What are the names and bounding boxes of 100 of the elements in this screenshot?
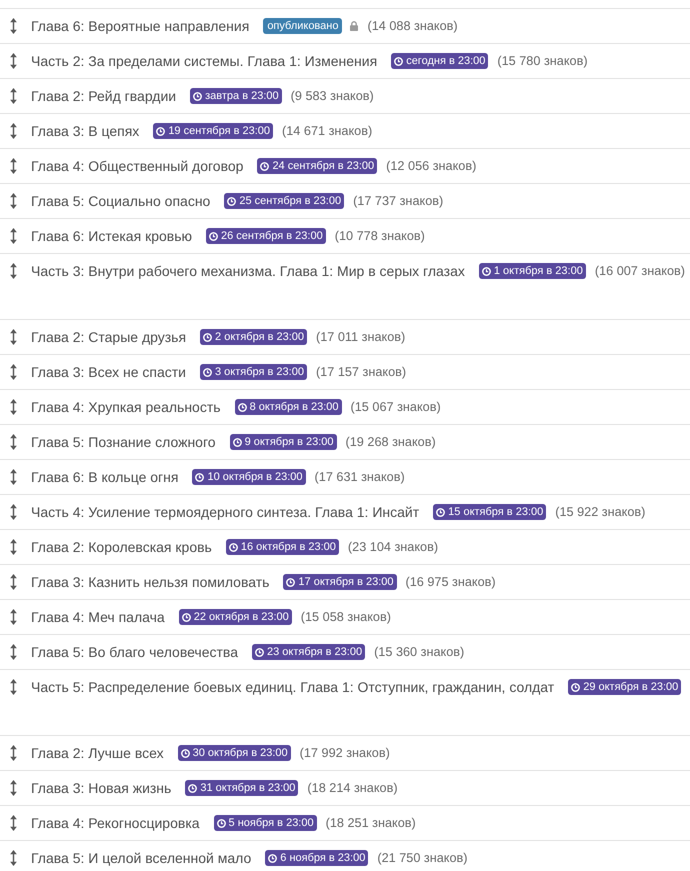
drag-handle-icon[interactable] <box>10 329 17 345</box>
schedule-date: 19 сентября в 23:00 <box>168 124 270 139</box>
character-count: (14 088 знаков) <box>367 18 458 35</box>
drag-handle-icon[interactable] <box>10 53 17 69</box>
chapter-title[interactable]: Глава 2: Лучше всех <box>31 744 164 762</box>
chapter-title[interactable]: Глава 6: Истекая кровью <box>31 227 192 245</box>
character-count: (17 992 знаков) <box>300 745 390 762</box>
clock-icon <box>394 56 404 66</box>
drag-handle-icon[interactable] <box>10 644 17 660</box>
chapter-title[interactable]: Глава 4: Рекогносцировка <box>31 814 200 832</box>
chapter-title[interactable]: Часть 5: Распределение боевых единиц. Глава 1: Отступник, гражданин, солдат <box>31 678 554 696</box>
chapter-title[interactable]: Глава 6: В кольце огня <box>31 468 178 486</box>
drag-handle-icon[interactable] <box>10 434 17 450</box>
character-count: (21 750 знаков) <box>377 850 468 867</box>
schedule-date: 6 ноября в 23:00 <box>280 851 366 866</box>
character-count: (17 631 знаков) <box>314 469 405 486</box>
clock-icon <box>216 818 226 828</box>
clock-icon <box>260 162 270 170</box>
chapter-title[interactable]: Часть 2: За пределами системы. Глава 1: Изменения <box>31 52 378 70</box>
schedule-date: 22 октября в 23:00 <box>194 610 289 625</box>
drag-handle-icon[interactable] <box>10 88 17 104</box>
character-count: (17 011 знаков) <box>316 329 406 346</box>
clock-icon <box>195 472 204 482</box>
chapter-title[interactable]: Глава 4: Меч палача <box>31 608 165 626</box>
drag-handle-icon[interactable] <box>10 263 17 279</box>
chapter-title[interactable]: Глава 5: Социально опасно <box>31 192 210 210</box>
character-count: (10 778 знаков) <box>334 228 425 245</box>
character-count: (15 780 знаков) <box>497 53 588 70</box>
schedule-date: 2 октября в 23:00 <box>215 330 304 345</box>
clock-icon <box>227 196 236 206</box>
clock-icon <box>188 784 198 792</box>
clock-icon <box>182 612 191 622</box>
schedule-date: 29 октября в 23:00 <box>583 680 678 695</box>
chapter-title[interactable]: Часть 4: Усиление термоядерного синтеза. Глава 1: Инсайт <box>31 503 420 521</box>
schedule-date: сегодня в 23:00 <box>406 54 486 69</box>
clock-icon <box>209 232 218 240</box>
chapter-title[interactable]: Глава 6: Вероятные направления <box>31 17 250 35</box>
schedule-date: 31 октября в 23:00 <box>200 781 296 796</box>
clock-icon <box>202 368 212 376</box>
chapter-title[interactable]: Глава 3: Новая жизнь <box>31 779 172 797</box>
character-count: (18 214 знаков) <box>307 780 398 797</box>
clock-icon <box>268 854 278 862</box>
chapter-title[interactable]: Глава 4: Хрупкая реальность <box>31 398 221 416</box>
chapter-title[interactable]: Глава 5: Во благо человечества <box>31 643 238 661</box>
drag-handle-icon[interactable] <box>10 469 17 485</box>
character-count: (14 671 знаков) <box>282 123 372 140</box>
schedule-date: 24 сентября в 23:00 <box>272 159 374 174</box>
character-count: (16 007 знаков) <box>594 263 685 280</box>
schedule-date: 9 октября в 23:00 <box>244 435 334 450</box>
schedule-date: 30 октября в 23:00 <box>192 746 288 761</box>
drag-handle-icon[interactable] <box>10 158 17 174</box>
clock-icon <box>238 402 247 412</box>
schedule-date: 5 ноября в 23:00 <box>228 816 314 831</box>
chapter-title[interactable]: Часть 3: Внутри рабочего механизма. Глава 1: Мир в серых глазах <box>31 262 465 280</box>
clock-icon <box>156 126 166 136</box>
clock-icon <box>193 92 202 100</box>
drag-handle-icon[interactable] <box>10 18 17 34</box>
clock-icon <box>228 542 238 552</box>
schedule-date: завтра в 23:00 <box>205 89 279 104</box>
clock-icon <box>180 748 190 758</box>
schedule-date: 16 октября в 23:00 <box>240 540 336 555</box>
schedule-date: 8 октября в 23:00 <box>250 400 339 415</box>
chapter-title[interactable]: Глава 5: Познание сложного <box>31 433 216 451</box>
clock-icon <box>436 508 446 516</box>
drag-handle-icon[interactable] <box>10 574 17 590</box>
chapter-title[interactable]: Глава 3: В цепях <box>31 122 140 140</box>
drag-handle-icon[interactable] <box>10 745 17 761</box>
schedule-date: 26 сентября в 23:00 <box>221 229 323 244</box>
character-count: (19 268 знаков) <box>346 434 436 451</box>
drag-handle-icon[interactable] <box>10 609 17 625</box>
clock-icon <box>255 648 264 656</box>
schedule-date: 23 октября в 23:00 <box>267 645 362 660</box>
drag-handle-icon[interactable] <box>10 228 17 244</box>
drag-handle-icon[interactable] <box>10 815 17 831</box>
character-count: (12 056 знаков) <box>386 158 476 175</box>
chapter-title[interactable]: Глава 5: И целой вселенной мало <box>31 849 252 867</box>
drag-handle-icon[interactable] <box>10 193 17 209</box>
schedule-date: 25 сентября в 23:00 <box>239 194 342 209</box>
chapter-title[interactable]: Глава 3: Всех не спасти <box>31 363 186 381</box>
chapter-title[interactable]: Глава 2: Старые друзья <box>31 328 186 346</box>
drag-handle-icon[interactable] <box>10 364 17 380</box>
drag-handle-icon[interactable] <box>10 780 17 796</box>
chapter-title[interactable]: Глава 3: Казнить нельзя помиловать <box>31 573 270 591</box>
drag-handle-icon[interactable] <box>10 850 17 866</box>
published-badge: опубликовано <box>263 18 342 34</box>
drag-handle-icon[interactable] <box>10 123 17 139</box>
character-count: (16 975 знаков) <box>406 574 496 591</box>
drag-handle-icon[interactable] <box>10 399 17 415</box>
character-count: (15 360 знаков) <box>374 644 464 661</box>
character-count: (15 058 знаков) <box>300 609 391 626</box>
chapter-title[interactable]: Глава 2: Рейд гвардии <box>31 87 176 105</box>
clock-icon <box>232 438 242 446</box>
drag-handle-icon[interactable] <box>10 504 17 520</box>
character-count: (17 737 знаков) <box>353 193 444 210</box>
drag-handle-icon[interactable] <box>10 539 17 555</box>
clock-icon <box>203 332 212 342</box>
chapter-title[interactable]: Глава 4: Общественный договор <box>31 157 244 175</box>
drag-handle-icon[interactable] <box>10 679 17 695</box>
clock-icon <box>571 682 580 692</box>
chapter-title[interactable]: Глава 2: Королевская кровь <box>31 538 212 556</box>
